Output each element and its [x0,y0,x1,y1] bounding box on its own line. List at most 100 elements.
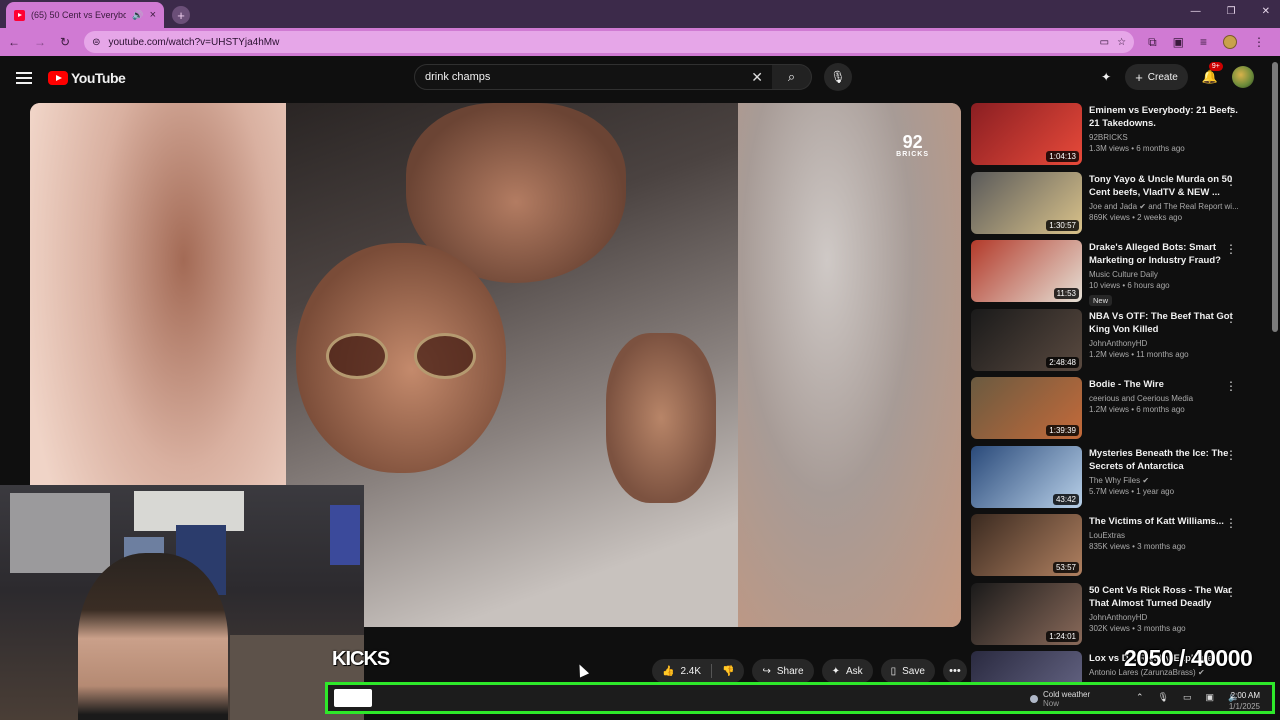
webcam-wall-photo [330,505,360,565]
thumbs-down-icon: 👎 [722,665,735,677]
more-vertical-icon[interactable]: ⋮ [1225,242,1237,256]
video-thumbnail[interactable]: 11:53 [971,240,1082,302]
recommendation-item[interactable]: 1:39:39 Bodie - The Wire ceerious and Ce… [971,377,1251,445]
more-vertical-icon[interactable]: ⋮ [1225,105,1237,119]
page-scrollbar[interactable] [1272,62,1278,332]
follower-goal-counter: 2050 / 40000 [1124,645,1253,671]
system-tray: ⌃ 🎙 ▭ ▣ 🔈 [1136,692,1239,703]
mouse-cursor-icon [574,662,590,678]
channel-name[interactable]: Joe and Jada ✔ and The Real Report wi... [1089,202,1251,211]
video-stats: 1.3M views • 6 months ago [1089,144,1185,153]
save-label: Save [902,665,925,677]
video-thumbnail[interactable]: 2:48:48 [971,308,1082,371]
more-vertical-icon[interactable]: ⋮ [1225,174,1237,188]
extensions-icon[interactable]: ⧉ [1148,35,1157,50]
voice-search-button[interactable]: 🎙 [824,63,852,91]
more-vertical-icon[interactable]: ⋮ [1225,585,1237,599]
address-bar[interactable]: ⊜ youtube.com/watch?v=UHSTYja4hMw ▭ ☆ [84,31,1135,53]
weather-icon [1030,695,1038,703]
clock-time: 2:00 AM [1230,691,1260,700]
search-input[interactable]: drink champs ✕ [414,64,774,90]
plus-icon: + [1135,69,1143,85]
recommendation-item[interactable]: 11:53 Drake's Alleged Bots: Smart Market… [971,240,1251,308]
recommendation-item[interactable]: 1:30:57 Tony Yayo & Uncle Murda on 50 Ce… [971,171,1251,240]
bookmark-star-icon[interactable]: ☆ [1117,37,1126,48]
notifications-button[interactable]: 🔔 9+ [1202,62,1223,85]
channel-watermark[interactable]: 92 BRICKS [896,133,929,158]
chevron-up-icon[interactable]: ⌃ [1136,692,1144,703]
more-vertical-icon[interactable]: ⋮ [1225,311,1237,325]
channel-name[interactable]: Music Culture Daily [1089,270,1251,279]
like-button[interactable]: 👍 2.4K [652,659,711,683]
reload-icon[interactable]: ↻ [60,35,70,49]
video-duration: 1:24:01 [1046,630,1079,642]
channel-name[interactable]: ceerious and Ceerious Media [1089,394,1251,403]
recommendation-item[interactable]: 2:48:48 NBA Vs OTF: The Beef That Got Ki… [971,308,1251,377]
video-stats: 302K views • 3 months ago [1089,623,1186,633]
webcam-overlay [0,485,364,720]
clear-search-icon[interactable]: ✕ [751,69,763,86]
video-hand [606,333,716,503]
channel-name[interactable]: The Why Files ✔ [1089,476,1251,485]
hamburger-menu-icon[interactable] [16,72,32,84]
youtube-logo[interactable]: YouTube [48,70,126,86]
more-vertical-icon[interactable]: ⋮ [1225,448,1237,462]
bookmark-icon: ▯ [890,665,897,677]
browser-tab[interactable]: (65) 50 Cent vs Everybody 🔊 × [6,2,164,28]
close-tab-icon[interactable]: × [150,9,156,21]
video-duration: 43:42 [1052,493,1079,505]
channel-name[interactable]: JohnAnthonyHD [1089,339,1251,348]
back-icon[interactable]: ← [8,35,20,49]
channel-name[interactable]: LouExtras [1089,531,1251,540]
save-button[interactable]: ▯ Save [880,659,935,683]
browser-menu-icon[interactable]: ⋮ [1253,35,1265,49]
video-thumbnail[interactable]: 1:30:57 [971,171,1082,234]
like-count: 2.4K [680,665,702,677]
profile-avatar[interactable] [1223,35,1237,49]
search-button[interactable]: ⌕ [772,64,812,90]
recommendation-item[interactable]: 1:24:01 50 Cent Vs Rick Ross - The War T… [971,582,1251,651]
minimize-button[interactable]: — [1191,6,1201,17]
recommendation-item[interactable]: 53:57 The Victims of Katt Williams... Lo… [971,514,1251,582]
speaker-icon[interactable]: 🔊 [132,10,143,21]
channel-name[interactable]: JohnAnthonyHD [1089,613,1251,622]
close-window-button[interactable]: ✕ [1262,6,1270,17]
sunglasses [326,333,476,383]
account-avatar[interactable] [1232,66,1254,88]
video-thumbnail[interactable]: 1:04:13 [971,103,1082,165]
video-thumbnail[interactable]: 43:42 [971,445,1082,508]
share-label: Share [776,665,804,677]
video-thumbnail[interactable]: 1:24:01 [971,582,1082,645]
video-thumbnail[interactable]: 1:39:39 [971,377,1082,439]
network-icon[interactable]: ▣ [1206,692,1215,703]
recommendation-item[interactable]: 1:04:13 Eminem vs Everybody: 21 Beefs. 2… [971,103,1251,171]
cast-icon[interactable]: ▭ [1100,37,1109,48]
clock-date: 1/1/2025 [1228,702,1260,711]
microphone-icon[interactable]: 🎙 [1158,692,1169,703]
site-info-icon[interactable]: ⊜ [92,37,100,48]
taskbar-clock[interactable]: 2:00 AM 1/1/2025 [1229,690,1260,712]
weather-widget[interactable]: Cold weather Now [1030,690,1090,708]
create-button[interactable]: + Create [1125,64,1188,90]
maximize-button[interactable]: ❐ [1227,6,1236,17]
taskbar: Cold weather Now ⌃ 🎙 ▭ ▣ 🔈 2:00 AM 1/1/2… [325,682,1275,714]
tab-title: (65) 50 Cent vs Everybody [31,10,127,20]
video-thumbnail[interactable]: 53:57 [971,514,1082,576]
ask-button[interactable]: ✦ Ask [821,659,873,683]
video-stats: 10 views • 6 hours ago [1089,281,1170,290]
extension-puzzle-icon[interactable]: ✦ [1101,70,1111,84]
display-icon[interactable]: ▭ [1183,692,1192,703]
new-tab-button[interactable]: + [172,6,190,24]
forward-icon[interactable]: → [34,35,46,49]
share-button[interactable]: ↪ Share [752,659,814,683]
more-vertical-icon[interactable]: ⋮ [1225,379,1237,393]
recommendation-item[interactable]: 43:42 Mysteries Beneath the Ice: The Sec… [971,445,1251,514]
more-actions-button[interactable]: ••• [942,659,967,683]
recommendations-list: 1:04:13 Eminem vs Everybody: 21 Beefs. 2… [971,103,1251,720]
header-right: ✦ + Create 🔔 9+ [1101,62,1254,90]
sidepanel-icon[interactable]: ▣ [1173,35,1184,49]
channel-name[interactable]: 92BRICKS [1089,133,1251,142]
more-vertical-icon[interactable]: ⋮ [1225,516,1237,530]
reading-list-icon[interactable]: ≡ [1200,35,1207,49]
dislike-button[interactable]: 👎 [712,659,744,683]
